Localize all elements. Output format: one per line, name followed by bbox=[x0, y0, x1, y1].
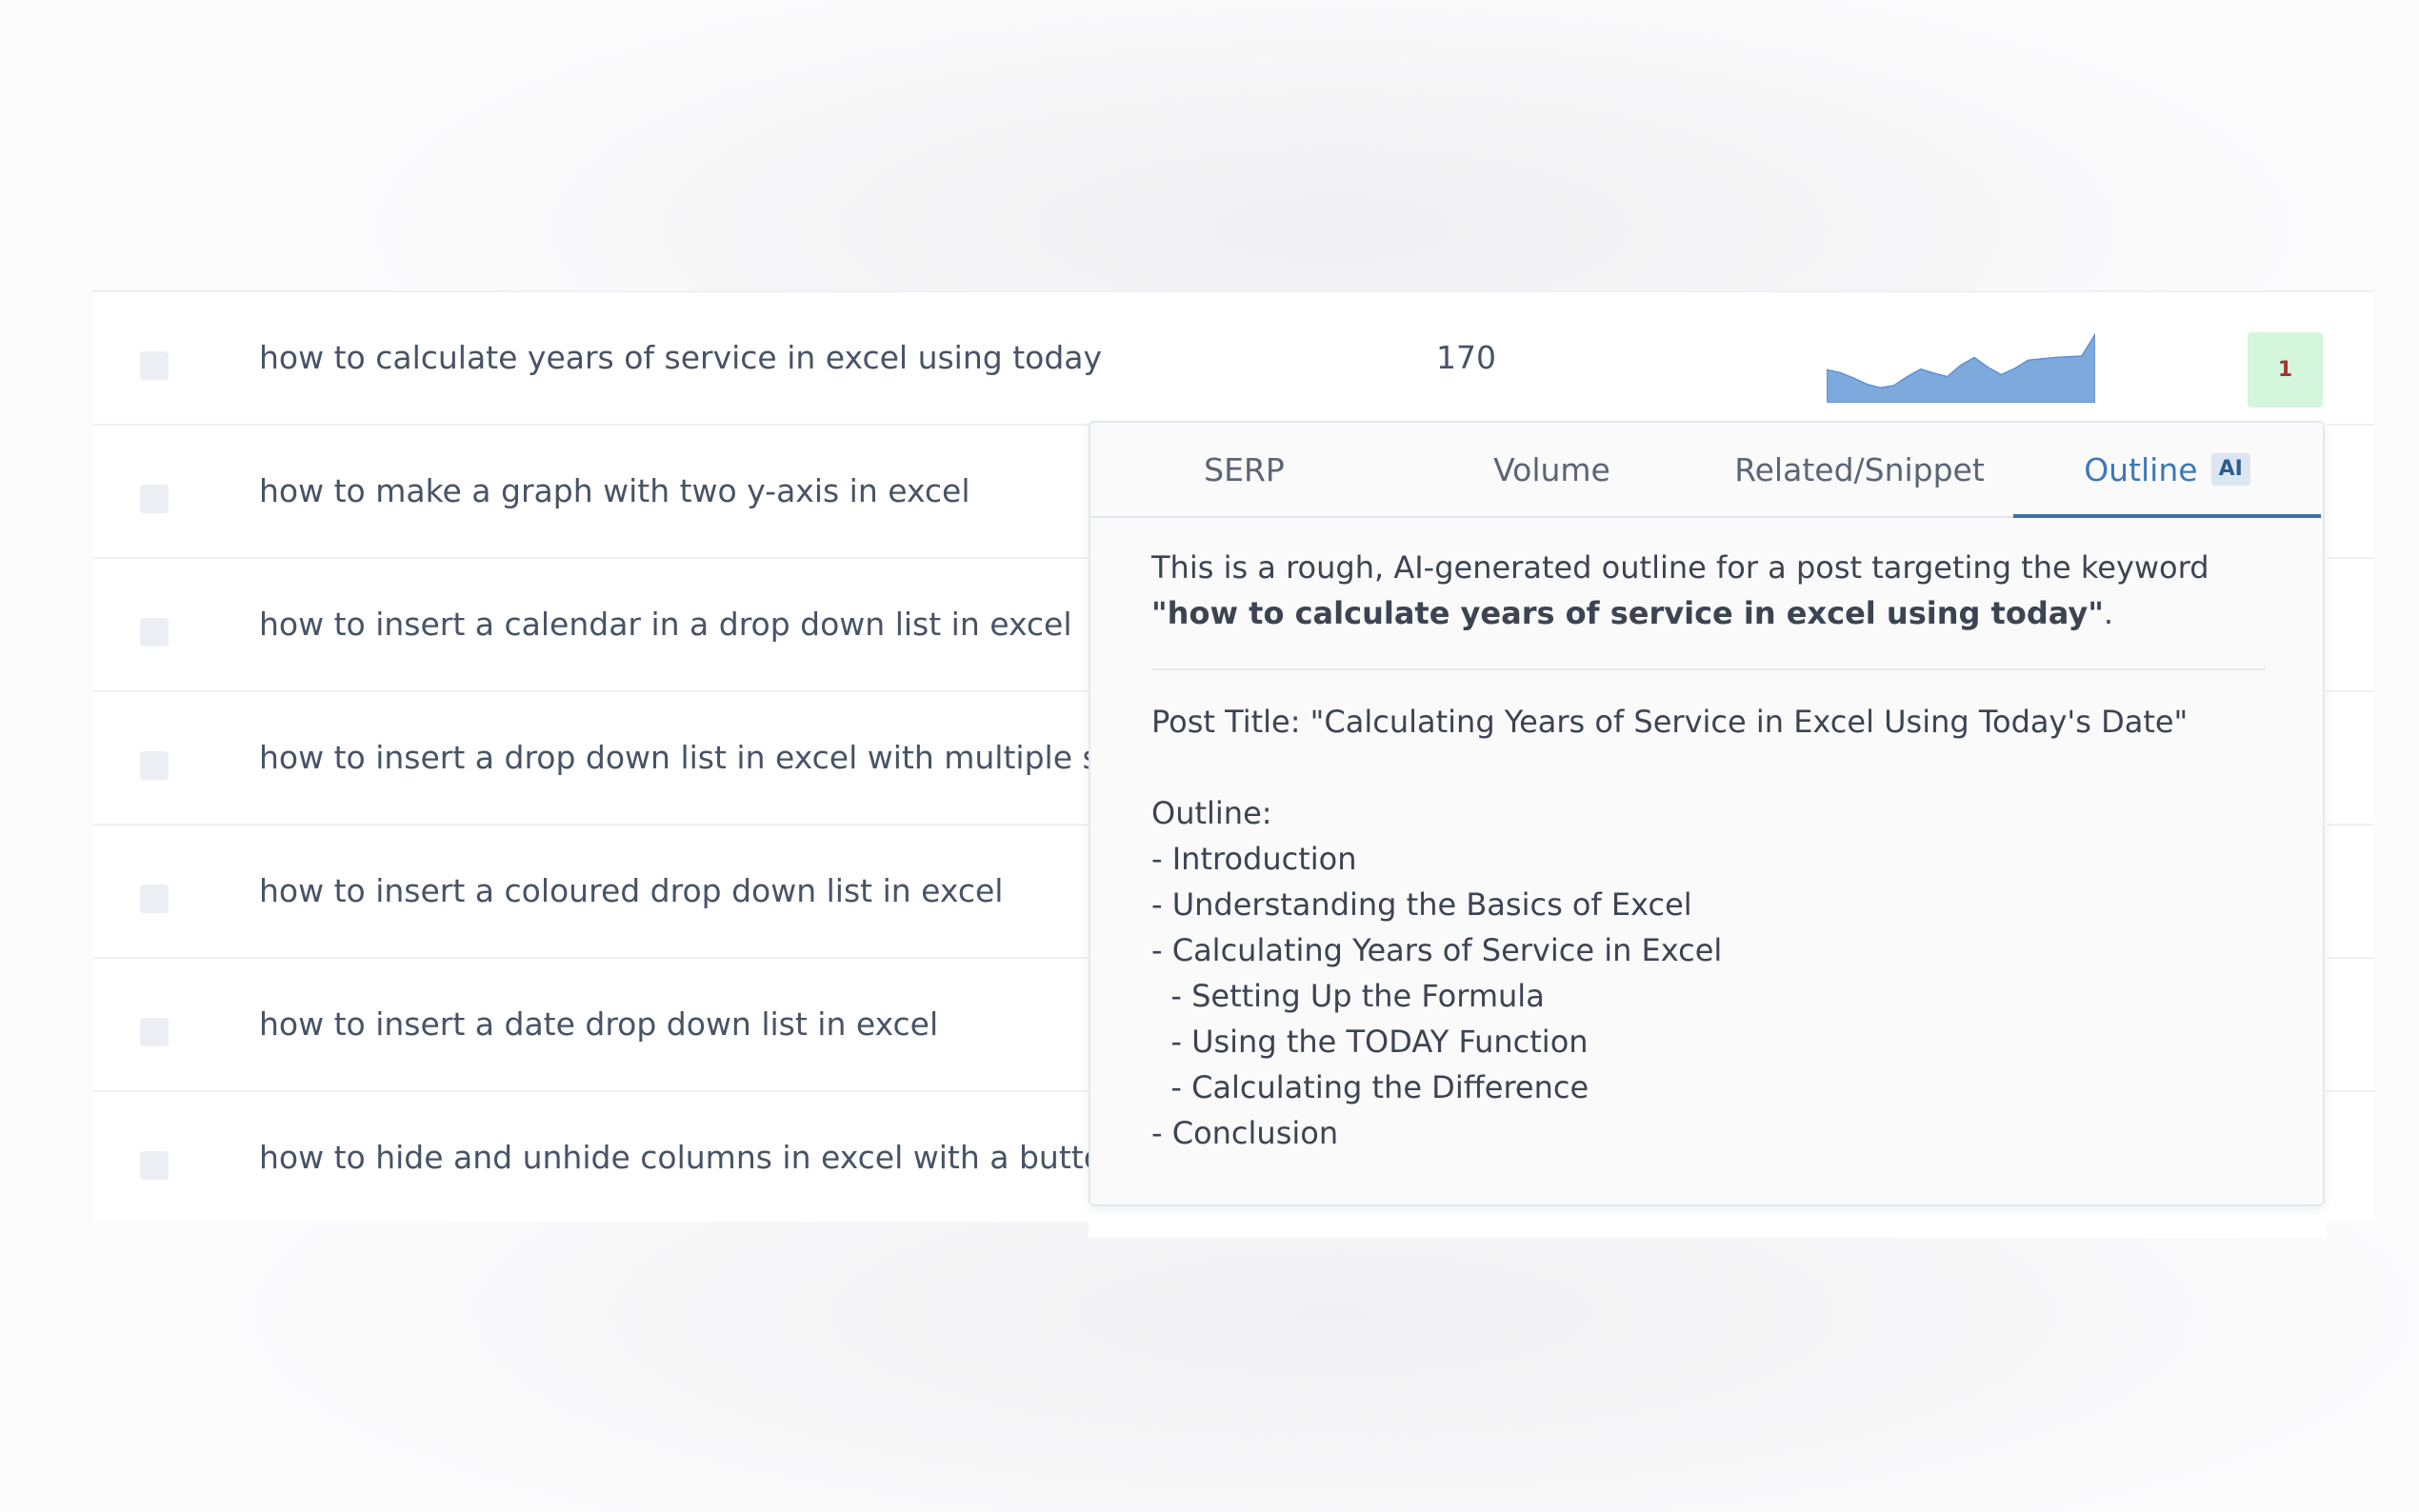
tab-related-snippet[interactable]: Related/Snippet bbox=[1706, 423, 2013, 518]
outline-item: - Calculating the Difference bbox=[1151, 1069, 1589, 1105]
tab-outline[interactable]: Outline AI bbox=[2013, 423, 2321, 518]
keyword-details-popover: SERP Volume Related/Snippet Outline AI Th… bbox=[1089, 421, 2325, 1206]
ai-badge: AI bbox=[2210, 452, 2250, 486]
tab-outline-label: Outline bbox=[2084, 451, 2198, 488]
outline-label: Outline: bbox=[1151, 795, 1272, 831]
post-title: Post Title: "Calculating Years of Servic… bbox=[1151, 704, 2189, 740]
row-checkbox[interactable] bbox=[140, 618, 169, 647]
row-checkbox[interactable] bbox=[140, 885, 169, 913]
popover-tabs: SERP Volume Related/Snippet Outline AI bbox=[1090, 423, 2323, 518]
row-checkbox[interactable] bbox=[140, 351, 169, 380]
intro-text: This is a rough, AI-generated outline fo… bbox=[1151, 549, 2209, 586]
keyword-text[interactable]: how to insert a drop down list in excel … bbox=[259, 735, 1118, 781]
outline-item: - Setting Up the Formula bbox=[1151, 978, 1545, 1014]
outline-item: - Calculating Years of Service in Excel bbox=[1151, 932, 1723, 968]
keyword-text[interactable]: how to insert a date drop down list in e… bbox=[259, 1002, 938, 1047]
trend-area bbox=[1827, 332, 2095, 403]
row-checkbox[interactable] bbox=[140, 1151, 169, 1180]
keyword-text[interactable]: how to insert a coloured drop down list … bbox=[259, 868, 1003, 914]
tab-volume[interactable]: Volume bbox=[1398, 423, 1706, 518]
tab-serp[interactable]: SERP bbox=[1090, 423, 1398, 518]
table-row[interactable]: how to calculate years of service in exc… bbox=[93, 290, 2374, 424]
search-volume: 170 bbox=[1436, 339, 1496, 376]
keyword-text[interactable]: how to calculate years of service in exc… bbox=[259, 335, 1102, 381]
outline-item: - Using the TODAY Function bbox=[1151, 1024, 1589, 1060]
keyword-text[interactable]: how to insert a calendar in a drop down … bbox=[259, 602, 1072, 647]
outline-item: - Understanding the Basics of Excel bbox=[1151, 886, 1692, 923]
outline-intro: This is a rough, AI-generated outline fo… bbox=[1151, 545, 2266, 636]
intro-suffix: . bbox=[2103, 595, 2114, 631]
divider bbox=[1151, 668, 2266, 670]
row-checkbox[interactable] bbox=[140, 1018, 169, 1046]
row-checkbox[interactable] bbox=[140, 485, 169, 513]
outline-item: - Conclusion bbox=[1151, 1115, 1339, 1151]
keyword-text[interactable]: how to make a graph with two y-axis in e… bbox=[259, 468, 970, 514]
row-checkbox[interactable] bbox=[140, 751, 169, 780]
keyword-text[interactable]: how to hide and unhide columns in excel … bbox=[259, 1135, 1115, 1181]
outline-item: - Introduction bbox=[1151, 841, 1357, 877]
intro-keyword: "how to calculate years of service in ex… bbox=[1151, 595, 2104, 631]
volume-trend-sparkline[interactable] bbox=[1827, 332, 2095, 403]
rank-badge[interactable]: 1 bbox=[2248, 332, 2323, 408]
outline-content: This is a rough, AI-generated outline fo… bbox=[1151, 545, 2266, 1156]
